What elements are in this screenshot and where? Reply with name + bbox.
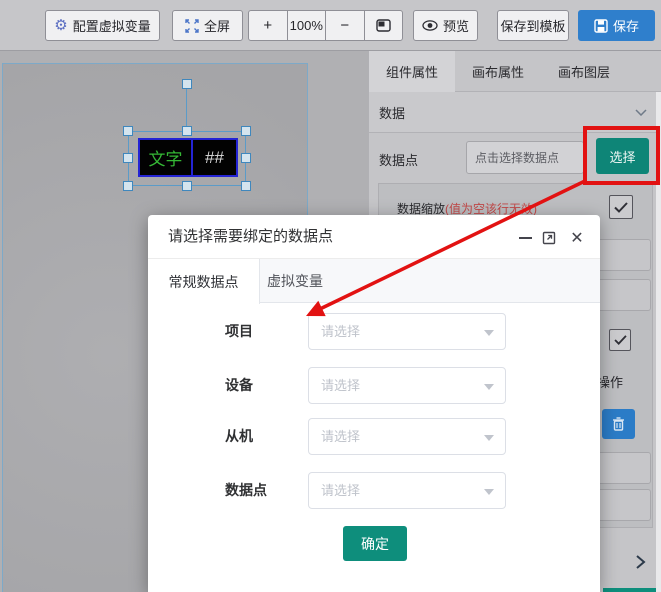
panel-bottom-accent (603, 588, 661, 592)
caret-down-icon (484, 435, 494, 441)
operation-column-header: 操作 (597, 372, 645, 391)
resize-handle-e[interactable] (241, 153, 251, 163)
rotation-handle-line (186, 89, 187, 131)
caret-down-icon (484, 384, 494, 390)
config-virtual-vars-label: 配置虚拟变量 (73, 16, 151, 35)
device-placeholder: 请选择 (321, 368, 360, 403)
widget-label-box[interactable]: 文字 (138, 138, 193, 177)
chevron-right-icon (635, 554, 646, 570)
fullscreen-button[interactable]: 全屏 (172, 10, 243, 41)
minimize-button[interactable] (516, 229, 534, 247)
form-row-slave: 从机 请选择 (148, 418, 600, 455)
chevron-down-icon (635, 109, 647, 116)
dialog-title: 请选择需要绑定的数据点 (168, 215, 333, 259)
preview-label: 预览 (443, 16, 469, 35)
panel-expand-chevron[interactable] (635, 554, 646, 575)
data-section-header[interactable]: 数据 (369, 92, 661, 133)
config-virtual-vars-button[interactable]: ⚙ 配置虚拟变量 (45, 10, 160, 41)
trash-icon (612, 417, 625, 431)
slave-label: 从机 (225, 418, 253, 455)
caret-down-icon (484, 330, 494, 336)
gear-icon: ⚙ (54, 18, 67, 33)
project-placeholder: 请选择 (321, 314, 360, 349)
caret-down-icon (484, 489, 494, 495)
save-button[interactable]: 保存 (578, 10, 655, 41)
check-icon (614, 202, 628, 213)
fit-canvas-button[interactable] (364, 11, 403, 40)
device-label: 设备 (225, 367, 253, 404)
rotate-handle[interactable] (182, 79, 192, 89)
fullscreen-label: 全屏 (204, 16, 230, 35)
slave-placeholder: 请选择 (321, 419, 360, 454)
scada-editor: ⚙ 配置虚拟变量 全屏 + 100% − (0, 0, 661, 592)
widget-value-box[interactable]: ## (193, 138, 238, 177)
zoom-level[interactable]: 100% (287, 11, 326, 40)
check-icon (614, 335, 627, 345)
resize-handle-nw[interactable] (123, 126, 133, 136)
minimize-icon (519, 237, 532, 239)
zoom-in-button[interactable]: + (249, 11, 287, 40)
resize-handle-w[interactable] (123, 153, 133, 163)
panel-scrollbar[interactable] (656, 92, 661, 592)
text-widget[interactable]: 文字 ## (138, 138, 238, 177)
dialog-header: 请选择需要绑定的数据点 ✕ (148, 215, 600, 259)
save-label: 保存 (613, 16, 639, 35)
datapoint-binding-dialog: 请选择需要绑定的数据点 ✕ 常规数据点 虚拟变量 项目 请选择 设备 (148, 215, 600, 592)
group-checkbox-2[interactable] (609, 329, 631, 351)
datapoint-placeholder: 请选择 (321, 473, 360, 508)
resize-handle-n[interactable] (182, 126, 192, 136)
resize-handle-ne[interactable] (241, 126, 251, 136)
datapoint-label: 数据点 (379, 150, 418, 169)
panel-tab-bar: 组件属性 画布属性 画布图层 (369, 51, 661, 92)
close-button[interactable]: ✕ (568, 229, 586, 247)
tab-canvas-properties[interactable]: 画布属性 (455, 51, 541, 92)
zoom-control-group: + 100% − (248, 10, 403, 41)
slave-select[interactable]: 请选择 (308, 418, 506, 455)
save-to-template-label: 保存到模板 (500, 16, 565, 35)
zoom-out-button[interactable]: − (325, 11, 364, 40)
maximize-button[interactable] (540, 229, 558, 247)
project-label: 项目 (225, 313, 253, 350)
eye-icon (422, 20, 438, 31)
form-row-device: 设备 请选择 (148, 367, 600, 404)
maximize-icon (541, 230, 557, 246)
select-datapoint-button[interactable]: 选择 (596, 138, 649, 174)
data-scale-checkbox[interactable] (609, 195, 633, 219)
canvas-size-icon (376, 19, 391, 32)
data-scale-note: (值为空该行无效) (445, 202, 537, 216)
datapoint-select[interactable]: 请选择 (308, 472, 506, 509)
datapoint-row: 数据点 选择 (369, 133, 661, 183)
toolbar: ⚙ 配置虚拟变量 全屏 + 100% − (0, 0, 661, 51)
confirm-button[interactable]: 确定 (343, 526, 407, 561)
tab-component-properties[interactable]: 组件属性 (369, 51, 455, 92)
resize-handle-se[interactable] (241, 181, 251, 191)
save-to-template-button[interactable]: 保存到模板 (497, 10, 569, 41)
form-row-datapoint: 数据点 请选择 (148, 472, 600, 509)
resize-handle-s[interactable] (182, 181, 192, 191)
delete-row-button[interactable] (602, 409, 635, 439)
tab-canvas-layers[interactable]: 画布图层 (541, 51, 627, 92)
close-icon: ✕ (570, 228, 583, 248)
tab-virtual-variables[interactable]: 虚拟变量 (260, 259, 330, 303)
tab-regular-datapoints[interactable]: 常规数据点 (148, 259, 260, 304)
resize-handle-sw[interactable] (123, 181, 133, 191)
datapoint-input[interactable] (466, 141, 584, 174)
data-section-title: 数据 (379, 103, 405, 122)
form-row-project: 项目 请选择 (148, 313, 600, 350)
device-select[interactable]: 请选择 (308, 367, 506, 404)
project-select[interactable]: 请选择 (308, 313, 506, 350)
fullscreen-icon (185, 19, 199, 33)
save-icon (594, 19, 608, 33)
dialog-tab-bar: 常规数据点 虚拟变量 (148, 259, 600, 303)
preview-button[interactable]: 预览 (413, 10, 478, 41)
datapoint-field-label: 数据点 (225, 472, 267, 509)
